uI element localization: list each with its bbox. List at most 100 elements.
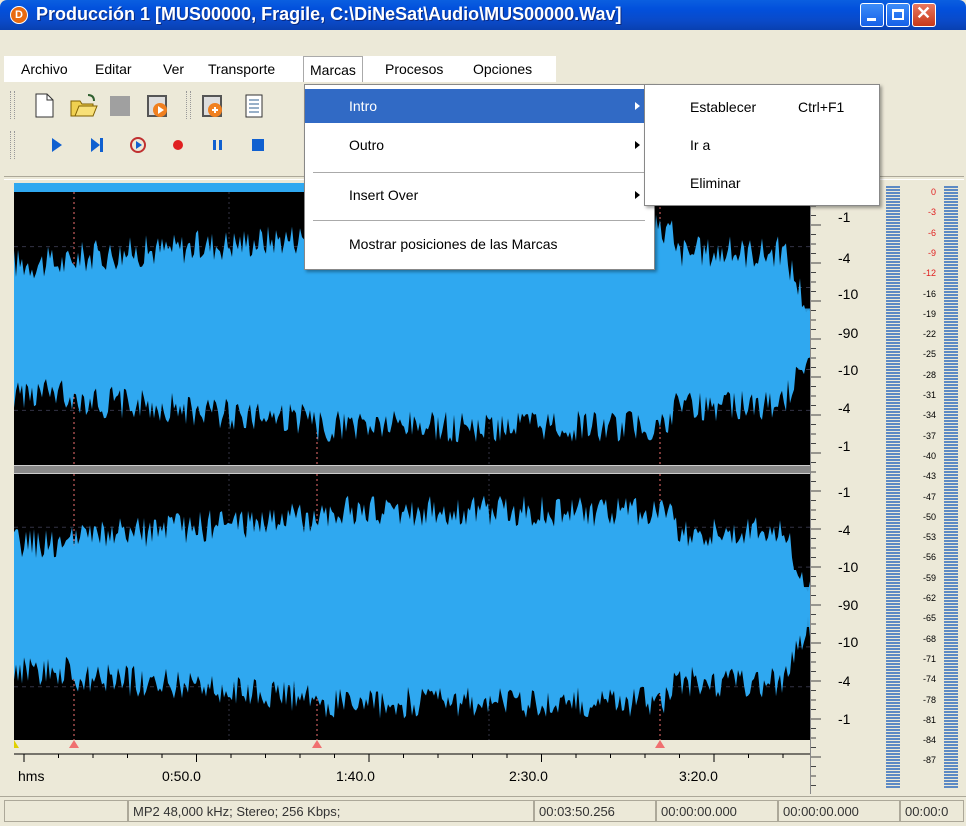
db-label: -10	[838, 559, 859, 575]
properties-button[interactable]	[242, 93, 266, 118]
timeline-unit: hms	[18, 768, 45, 784]
db-label: -1	[838, 438, 851, 454]
timeline-label: 3:20.0	[679, 768, 718, 784]
vu-scale-label: -19	[922, 308, 936, 319]
toolbar-grip[interactable]	[186, 91, 191, 119]
timeline-label: 0:50.0	[162, 768, 201, 784]
loop-play-button[interactable]	[126, 133, 150, 157]
vu-scale-label: -3	[927, 207, 936, 218]
vu-scale-label: -40	[922, 450, 936, 461]
vu-scale-label: -74	[922, 674, 936, 685]
menu-transporte[interactable]: Transporte	[205, 58, 278, 80]
vu-scale-label: -81	[922, 714, 936, 725]
open-folder-icon	[70, 94, 98, 117]
vu-scale-label: -28	[922, 369, 936, 380]
new-file-icon	[35, 93, 54, 118]
vu-scale-label: -56	[922, 552, 936, 563]
db-label: -90	[838, 325, 859, 341]
vu-scale-label: -47	[922, 491, 936, 502]
db-label: -4	[838, 522, 851, 538]
submenu-item-ir-a[interactable]: Ir a	[645, 127, 879, 163]
pause-icon	[213, 140, 222, 150]
app-icon[interactable]: D	[10, 6, 28, 24]
status-position-3: 00:00:0	[900, 800, 964, 822]
menu-ver[interactable]: Ver	[160, 58, 187, 80]
submenu-item-establecer[interactable]: Establecer Ctrl+F1	[645, 89, 879, 125]
maximize-button[interactable]	[886, 3, 910, 27]
minimize-icon	[867, 18, 876, 21]
vu-scale-label: -37	[922, 430, 936, 441]
vu-scale-label: -71	[922, 653, 936, 664]
menu-item-insert-over[interactable]: Insert Over	[305, 178, 654, 212]
toolbar-grip[interactable]	[10, 91, 15, 119]
menu-procesos[interactable]: Procesos	[382, 58, 446, 80]
vu-scale-label: -9	[927, 247, 936, 258]
open-button[interactable]	[70, 93, 98, 117]
vu-scale-label: -16	[922, 288, 936, 299]
film-play-icon	[147, 95, 167, 117]
menu-archivo[interactable]: Archivo	[18, 58, 71, 80]
pause-button[interactable]	[206, 133, 230, 157]
minimize-button[interactable]	[860, 3, 884, 27]
menu-item-label: Establecer	[690, 99, 757, 115]
add-produce-button[interactable]	[200, 93, 224, 117]
db-label: -1	[838, 209, 851, 225]
submenu-arrow-icon	[635, 102, 640, 110]
stop-button[interactable]	[246, 133, 270, 157]
status-duration: 00:03:50.256	[534, 800, 656, 822]
vu-scale-label: -62	[922, 593, 936, 603]
vu-scale-label: 0	[930, 187, 936, 197]
vu-scale-label: -65	[922, 613, 936, 624]
vu-scale-label: -6	[927, 227, 936, 238]
status-format: MP2 48,000 kHz; Stereo; 256 Kbps;	[128, 800, 534, 822]
record-button[interactable]	[166, 133, 190, 157]
menu-item-label: Mostrar posiciones de las Marcas	[349, 236, 558, 252]
vu-scale-label: -84	[922, 735, 936, 746]
window-title: Producción 1 [MUS00000, Fragile, C:\DiNe…	[36, 4, 622, 24]
intro-submenu: Establecer Ctrl+F1 Ir a Eliminar	[644, 84, 880, 206]
menu-separator	[313, 172, 645, 173]
close-button[interactable]: ✕	[912, 3, 936, 27]
document-list-icon	[245, 94, 263, 118]
menu-item-mostrar-posiciones[interactable]: Mostrar posiciones de las Marcas	[305, 227, 654, 261]
menu-marcas[interactable]: Marcas	[303, 56, 363, 82]
menu-item-shortcut: Ctrl+F1	[798, 99, 845, 115]
save-button[interactable]	[108, 93, 132, 117]
vu-scale-label: -34	[922, 410, 936, 421]
play-to-end-button[interactable]	[86, 133, 110, 157]
vu-scale-label: -78	[922, 694, 936, 705]
db-label: -90	[838, 597, 859, 613]
menu-item-label: Eliminar	[690, 175, 741, 191]
vu-scale-label: -53	[922, 532, 936, 543]
channel-divider[interactable]	[14, 465, 810, 474]
produce-button[interactable]	[145, 93, 169, 117]
db-label: -10	[838, 362, 859, 378]
vu-scale-label: -31	[922, 390, 936, 400]
menu-opciones[interactable]: Opciones	[470, 58, 535, 80]
menu-item-outro[interactable]: Outro	[305, 128, 654, 162]
status-empty	[4, 800, 128, 822]
waveform-channel-right[interactable]	[14, 474, 810, 740]
new-file-button[interactable]	[32, 93, 56, 118]
db-label: -4	[838, 250, 851, 266]
toolbar-grip[interactable]	[10, 131, 15, 159]
menu-editar[interactable]: Editar	[92, 58, 135, 80]
submenu-item-eliminar[interactable]: Eliminar	[645, 165, 879, 201]
record-icon	[173, 140, 183, 150]
play-to-end-icon	[91, 138, 103, 152]
submenu-arrow-icon	[635, 191, 640, 199]
timeline-label: 2:30.0	[509, 768, 548, 784]
menu-separator	[313, 220, 645, 221]
db-label: -1	[838, 711, 851, 727]
vu-scale-label: -25	[922, 349, 936, 360]
play-button[interactable]	[46, 133, 70, 157]
stop-icon	[252, 139, 264, 151]
timeline-label: 1:40.0	[336, 768, 375, 784]
menu-item-intro[interactable]: Intro	[305, 89, 654, 123]
timeline-ruler[interactable]	[14, 740, 810, 794]
db-label: -10	[838, 634, 859, 650]
marcas-menu: Intro Outro Insert Over Mostrar posicion…	[304, 84, 655, 270]
vu-scale-label: -59	[922, 572, 936, 583]
db-label: -4	[838, 400, 851, 416]
vu-scale-label: -68	[922, 633, 936, 644]
